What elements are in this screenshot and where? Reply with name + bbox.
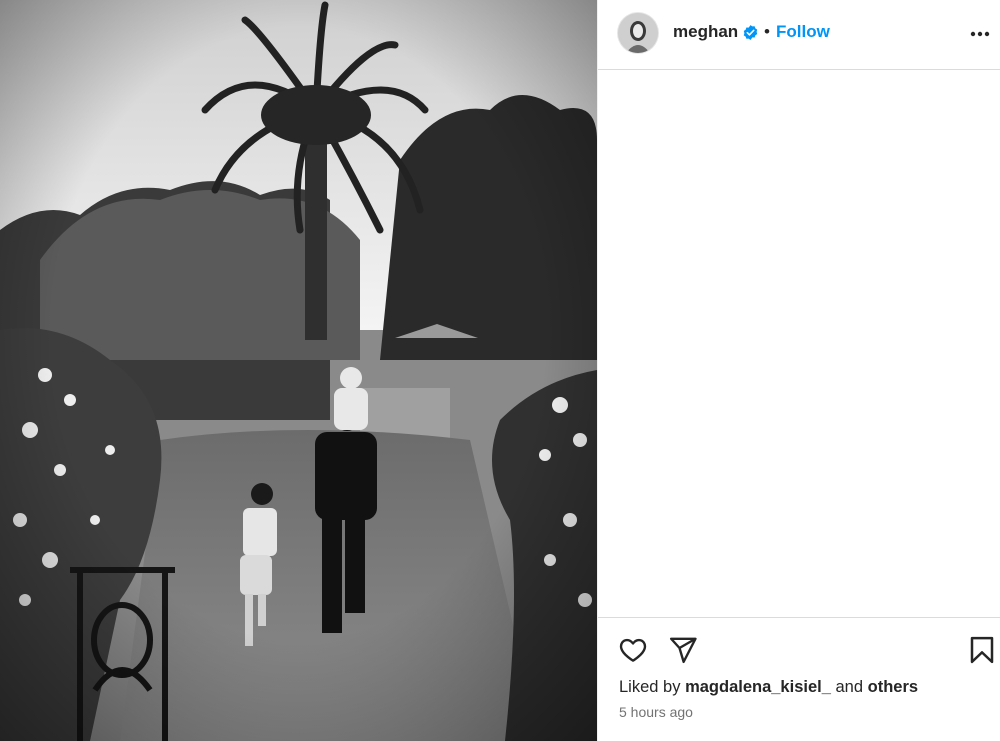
post-timestamp[interactable]: 5 hours ago [619, 704, 693, 720]
avatar[interactable] [618, 13, 658, 53]
author-username[interactable]: meghan [673, 22, 738, 42]
post-header: meghan • Follow [598, 0, 1000, 70]
post-photo[interactable] [0, 0, 597, 741]
likes-connector: and [835, 678, 864, 696]
likes-summary: Liked by magdalena_kisiel_ and others [619, 678, 918, 697]
bookmark-icon[interactable] [967, 635, 997, 665]
more-options-icon[interactable] [968, 22, 992, 46]
post-actions: Liked by magdalena_kisiel_ and others 5 … [598, 617, 1000, 741]
garden-image [0, 0, 597, 741]
likes-prefix: Liked by [619, 678, 681, 696]
verified-badge-icon [743, 25, 758, 40]
likes-others-link[interactable]: others [868, 678, 918, 696]
separator-dot: • [764, 22, 770, 41]
post-sidebar: meghan • Follow Liked by magdalena_kisie… [597, 0, 1000, 741]
liked-by-user-link[interactable]: magdalena_kisiel_ [685, 678, 831, 696]
follow-button[interactable]: Follow [776, 22, 830, 42]
send-icon[interactable] [668, 635, 698, 665]
heart-icon[interactable] [618, 635, 648, 665]
